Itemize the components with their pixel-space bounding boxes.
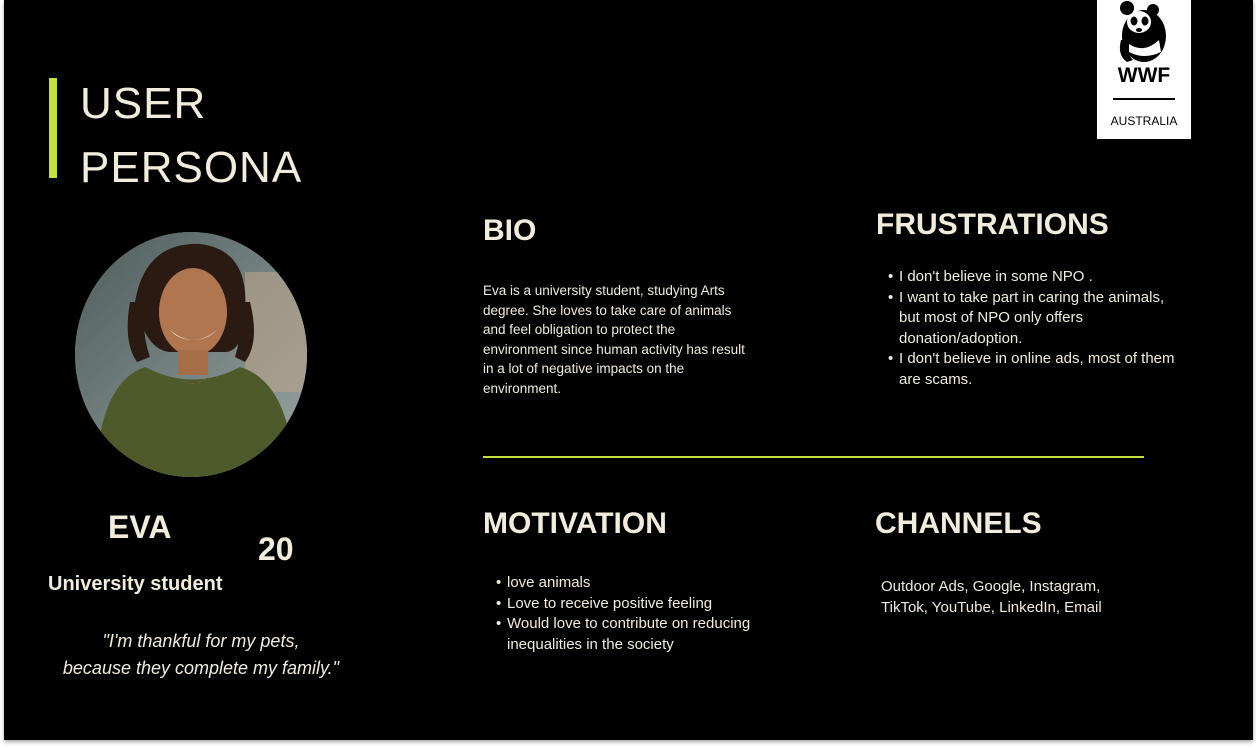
list-item: love animals (496, 573, 807, 594)
panda-icon (1119, 1, 1166, 62)
logo-country: AUSTRALIA (1110, 114, 1178, 128)
persona-slide: USER PERSONA WWF AUSTRALIA EVA 20 Univer… (4, 0, 1253, 740)
logo-brand: WWF (1117, 64, 1171, 87)
channels-heading: CHANNELS (875, 507, 1042, 540)
logo-rule (1113, 98, 1175, 100)
list-item: I don't believe in online ads, most of t… (888, 349, 1189, 390)
list-item: I don't believe in some NPO . (888, 267, 1189, 288)
motivation-list: love animals Love to receive positive fe… (483, 573, 807, 655)
channels-text: Outdoor Ads, Google, Instagram, TikTok, … (881, 578, 1102, 616)
persona-photo (75, 232, 307, 477)
page-title: USER PERSONA (80, 72, 302, 200)
frustrations-heading: FRUSTRATIONS (876, 208, 1109, 241)
section-divider (483, 456, 1144, 458)
persona-name: EVA (108, 509, 172, 545)
list-item: Love to receive positive feeling (496, 594, 807, 615)
title-line-2: PERSONA (80, 143, 303, 192)
motivation-heading: MOTIVATION (483, 507, 667, 540)
title-accent-bar (49, 78, 57, 178)
frustrations-list: I don't believe in some NPO . I want to … (875, 267, 1189, 390)
bio-text: Eva is a university student, studying Ar… (483, 283, 745, 396)
list-item: I want to take part in caring the animal… (888, 288, 1189, 350)
persona-role: University student (48, 573, 223, 595)
quote-line-2: because they complete my family." (62, 658, 340, 678)
list-item: Would love to contribute on reducing ine… (496, 614, 807, 655)
bio-heading: BIO (483, 214, 537, 247)
persona-age: 20 (258, 531, 294, 567)
quote-line-1: "I'm thankful for my pets, (102, 631, 300, 651)
persona-avatar (75, 232, 307, 477)
title-line-1: USER (80, 79, 207, 128)
persona-quote: "I'm thankful for my pets, because they … (48, 628, 354, 682)
wwf-logo: WWF AUSTRALIA (1097, 0, 1191, 139)
